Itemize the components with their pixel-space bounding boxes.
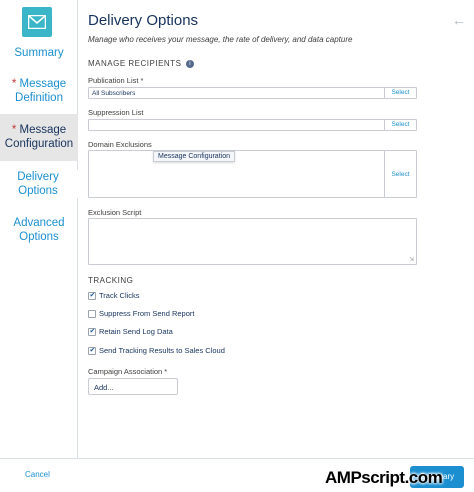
wizard-sidebar: Summary * Message Definition * Message C… [0, 0, 78, 458]
step-label: Message Configuration [4, 124, 74, 150]
option-label: Track Clicks [99, 291, 140, 300]
track-clicks-option[interactable]: Track Clicks [88, 291, 140, 300]
step-label: Advanced Options [13, 217, 65, 243]
checkbox-checked-icon[interactable] [88, 327, 96, 336]
option-label: Suppress From Send Report [99, 309, 195, 318]
required-mark: * [11, 78, 17, 90]
suppress-report-option[interactable]: Suppress From Send Report [88, 309, 194, 318]
checkbox-checked-icon[interactable] [88, 291, 96, 300]
option-label: Send Tracking Results to Sales Cloud [99, 346, 225, 355]
domain-exclusions-field[interactable]: Select [88, 150, 417, 198]
checkbox-checked-icon[interactable] [88, 346, 96, 355]
resize-handle-icon[interactable]: ⇲ [409, 256, 414, 263]
option-label: Retain Send Log Data [99, 327, 173, 336]
publication-select-button[interactable]: Select [384, 88, 416, 98]
page-title: Delivery Options [88, 12, 199, 29]
step-label: Delivery Options [17, 171, 59, 197]
checkbox-unchecked-icon[interactable] [88, 309, 96, 318]
step-delivery-options[interactable]: Delivery Options [0, 170, 78, 198]
publication-list-value: All Subscribers [92, 89, 136, 97]
info-icon[interactable]: i [186, 59, 195, 68]
arrow-left-icon[interactable]: ← [452, 12, 466, 28]
section-tracking: TRACKING [88, 276, 133, 285]
page-subtitle: Manage who receives your message, the ra… [88, 35, 353, 44]
publication-list-label: Publication List * [88, 76, 144, 85]
domain-select-button[interactable]: Select [384, 151, 416, 197]
domain-exclusions-label: Domain Exclusions [88, 140, 152, 149]
step-label: Summary [14, 47, 64, 59]
envelope-icon [22, 7, 52, 37]
exclusion-script-textarea[interactable]: ⇲ [88, 218, 417, 265]
main-panel: Delivery Options ← Manage who receives y… [79, 0, 474, 458]
suppression-list-label: Suppression List [88, 108, 144, 117]
section-title: TRACKING [88, 276, 134, 285]
step-summary[interactable]: Summary [0, 46, 78, 60]
step-label: Message Definition [15, 78, 67, 104]
watermark-logo: AMPscript.com [325, 468, 443, 487]
publication-list-field[interactable]: All Subscribers Select [88, 87, 417, 99]
step-message-configuration[interactable]: * Message Configuration [0, 114, 78, 161]
campaign-association-input[interactable]: Add... [88, 378, 178, 395]
campaign-association-label: Campaign Association * [88, 367, 168, 376]
suppression-select-button[interactable]: Select [384, 120, 416, 130]
step-message-definition[interactable]: * Message Definition [0, 77, 78, 105]
retain-send-log-option[interactable]: Retain Send Log Data [88, 327, 173, 336]
step-advanced-options[interactable]: Advanced Options [0, 216, 78, 244]
required-mark: * [11, 124, 17, 136]
section-manage-recipients: MANAGE RECIPIENTS i [88, 59, 195, 68]
tooltip: Message Configuration [153, 151, 235, 162]
cancel-button[interactable]: Cancel [25, 470, 50, 479]
exclusion-script-label: Exclusion Script [88, 208, 142, 217]
suppression-list-field[interactable]: Select [88, 119, 417, 131]
section-title: MANAGE RECIPIENTS [88, 59, 182, 68]
sales-cloud-tracking-option[interactable]: Send Tracking Results to Sales Cloud [88, 346, 225, 355]
